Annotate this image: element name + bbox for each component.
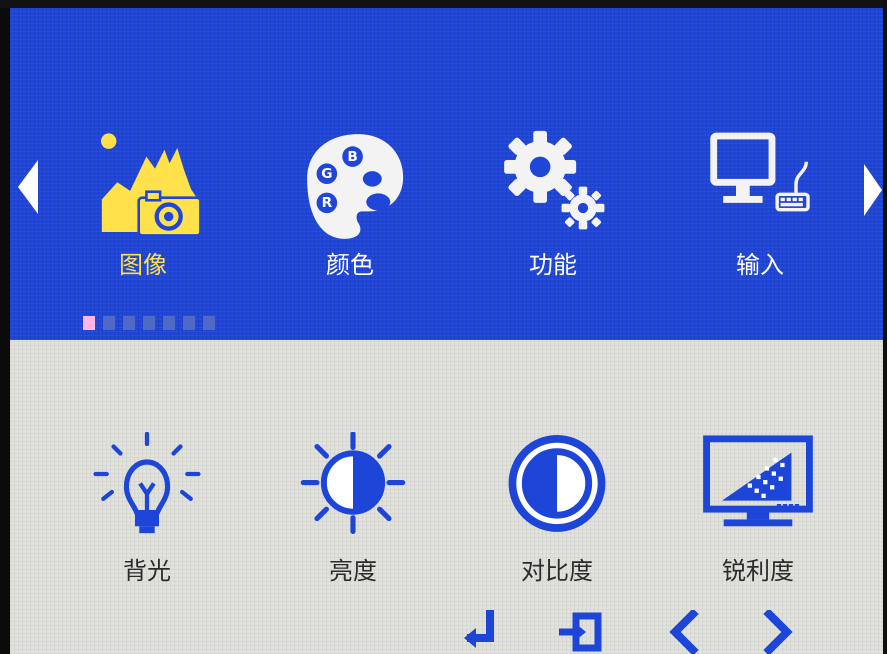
left-bezel — [0, 0, 10, 654]
prev-menu-button[interactable] — [17, 160, 39, 214]
arrow-left-icon — [18, 160, 38, 214]
setting-backlight[interactable]: 背光 — [77, 432, 217, 592]
setting-contrast-label: 对比度 — [521, 557, 593, 585]
chevron-right-icon — [763, 610, 793, 654]
setting-brightness-label: 亮度 — [329, 557, 377, 585]
page-dot — [123, 316, 135, 330]
exit-button[interactable] — [555, 610, 605, 654]
page-dot — [203, 316, 215, 330]
setting-brightness[interactable]: 亮度 — [283, 432, 423, 592]
tab-color[interactable]: B G R 颜色 — [275, 124, 425, 289]
right-bezel — [883, 0, 887, 654]
next-menu-button[interactable] — [864, 164, 882, 216]
osd-screen: 图像 B G R 颜色 功能 输入 背光 亮度 对比度 锐利度 — [0, 0, 887, 654]
brightness-icon — [300, 432, 406, 534]
exit-icon — [559, 612, 602, 652]
next-setting-button[interactable] — [751, 610, 801, 654]
palette-letter-g: G — [321, 166, 332, 182]
tab-color-label: 颜色 — [326, 251, 374, 279]
tab-image-label: 图像 — [119, 251, 167, 279]
chevron-left-icon — [669, 610, 699, 654]
image-icon — [101, 133, 202, 237]
page-dot — [143, 316, 155, 330]
tab-image[interactable]: 图像 — [68, 124, 218, 289]
lightbulb-icon — [93, 432, 201, 534]
prev-setting-button[interactable] — [661, 610, 711, 654]
sharpness-icon — [703, 435, 813, 527]
setting-sharpness-label: 锐利度 — [722, 557, 794, 585]
tab-input-label: 输入 — [736, 251, 784, 279]
gear-icon — [504, 130, 605, 230]
page-indicator — [83, 316, 223, 332]
tab-function-label: 功能 — [529, 251, 577, 279]
enter-icon — [464, 610, 494, 648]
tab-function[interactable]: 功能 — [478, 124, 628, 289]
page-dot — [183, 316, 195, 330]
page-dot — [163, 316, 175, 330]
contrast-icon — [508, 435, 606, 532]
page-dot-active — [83, 316, 95, 330]
arrow-right-icon — [864, 164, 882, 216]
palette-icon: B G R — [307, 134, 404, 239]
palette-letter-b: B — [347, 149, 357, 165]
setting-backlight-label: 背光 — [123, 557, 171, 585]
top-bezel — [0, 0, 887, 8]
setting-contrast[interactable]: 对比度 — [487, 432, 627, 592]
enter-button[interactable] — [456, 610, 506, 654]
setting-sharpness[interactable]: 锐利度 — [688, 432, 828, 592]
palette-letter-r: R — [322, 195, 333, 211]
monitor-input-icon — [710, 132, 810, 212]
page-dot — [103, 316, 115, 330]
tab-input[interactable]: 输入 — [685, 124, 835, 289]
